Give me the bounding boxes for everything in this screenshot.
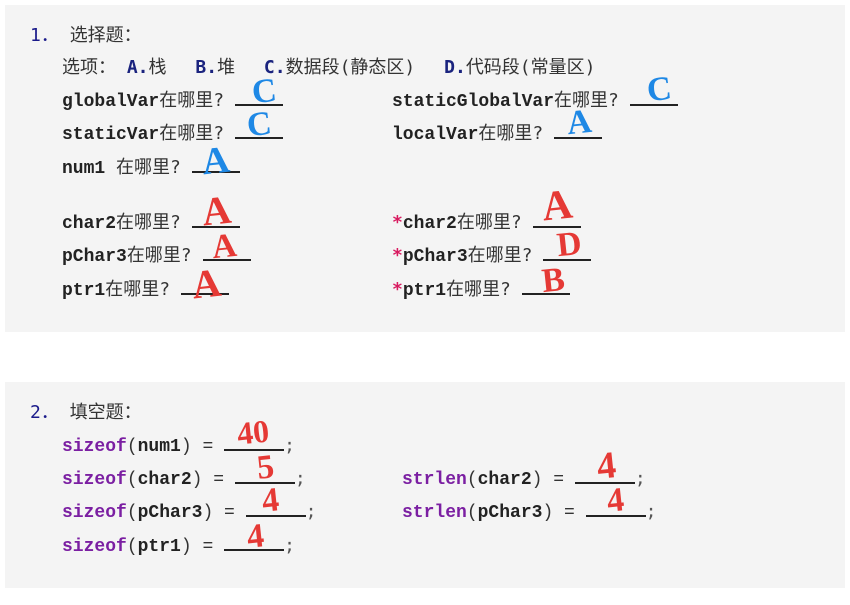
q-char2: char2在哪里? A <box>62 207 392 240</box>
blank <box>575 466 635 484</box>
star-icon: * <box>392 245 403 266</box>
gap <box>30 185 820 207</box>
q-row-1: globalVar在哪里? C staticGlobalVar在哪里? C <box>62 85 820 118</box>
options-label: 选项： <box>62 57 116 78</box>
option-b: B.堆 <box>195 57 235 78</box>
blank <box>630 88 678 106</box>
blank <box>522 277 570 295</box>
eq-sizeof-char2: sizeof(char2) = ; 5 <box>62 463 402 496</box>
option-a: A.栈 <box>127 57 167 78</box>
option-c: C.数据段(静态区) <box>264 57 415 78</box>
blank <box>246 499 306 517</box>
blank <box>235 88 283 106</box>
blank <box>554 121 602 139</box>
question-block-2: 2． 填空题： sizeof(num1) = ; 40 sizeof(char2… <box>5 382 845 588</box>
q-staticvar: staticVar在哪里? C <box>62 118 392 151</box>
q-star-ptr1: *ptr1在哪里? B <box>392 274 722 307</box>
blank <box>224 533 284 551</box>
blank <box>181 277 229 295</box>
blank <box>192 155 240 173</box>
q-ptr1: ptr1在哪里? A <box>62 274 392 307</box>
blank <box>235 121 283 139</box>
q-pchar3: pChar3在哪里? A <box>62 240 392 273</box>
blank <box>224 433 284 451</box>
q-row-2: staticVar在哪里? C localVar在哪里? A <box>62 118 820 151</box>
blank <box>533 210 581 228</box>
question-block-1: 1． 选择题： 选项： A.栈 B.堆 C.数据段(静态区) D.代码段(常量区… <box>5 5 845 332</box>
blank <box>192 210 240 228</box>
block-gap <box>0 337 850 377</box>
eq-row-1: sizeof(num1) = ; 40 <box>62 430 820 463</box>
eq-strlen-pchar3: strlen(pChar3) = ; 4 <box>402 496 742 529</box>
blank <box>586 499 646 517</box>
blank <box>543 243 591 261</box>
q-row-6: ptr1在哪里? A *ptr1在哪里? B <box>62 274 820 307</box>
q1-header: 1． 选择题： <box>30 20 820 52</box>
star-icon: * <box>392 279 403 300</box>
q-row-3: num1 在哪里? A <box>62 152 820 185</box>
q1-title: 选择题： <box>70 25 142 46</box>
q2-title: 填空题： <box>70 402 142 423</box>
q-num1: num1 在哪里? A <box>62 152 392 185</box>
eq-row-2: sizeof(char2) = ; 5 strlen(char2) = ; 4 <box>62 463 820 496</box>
eq-row-3: sizeof(pChar3) = ; 4 strlen(pChar3) = ; … <box>62 496 820 529</box>
q-globalvar: globalVar在哪里? C <box>62 85 392 118</box>
eq-sizeof-num1: sizeof(num1) = ; 40 <box>62 430 402 463</box>
q-localvar: localVar在哪里? A <box>392 118 722 151</box>
eq-sizeof-ptr1: sizeof(ptr1) = ; 4 <box>62 530 402 563</box>
q2-number: 2． <box>30 402 59 423</box>
q-row-5: pChar3在哪里? A *pChar3在哪里? D <box>62 240 820 273</box>
star-icon: * <box>392 212 403 233</box>
option-d: D.代码段(常量区) <box>444 57 595 78</box>
options-row: 选项： A.栈 B.堆 C.数据段(静态区) D.代码段(常量区) <box>62 52 820 84</box>
eq-strlen-char2: strlen(char2) = ; 4 <box>402 463 742 496</box>
q-staticglobalvar: staticGlobalVar在哪里? C <box>392 85 782 118</box>
q2-header: 2． 填空题： <box>30 397 820 429</box>
blank <box>235 466 295 484</box>
q-star-char2: *char2在哪里? A <box>392 207 722 240</box>
q1-number: 1． <box>30 25 59 46</box>
eq-row-4: sizeof(ptr1) = ; 4 <box>62 530 820 563</box>
eq-sizeof-pchar3: sizeof(pChar3) = ; 4 <box>62 496 402 529</box>
q-star-pchar3: *pChar3在哪里? D <box>392 240 722 273</box>
q-row-4: char2在哪里? A *char2在哪里? A <box>62 207 820 240</box>
blank <box>203 243 251 261</box>
